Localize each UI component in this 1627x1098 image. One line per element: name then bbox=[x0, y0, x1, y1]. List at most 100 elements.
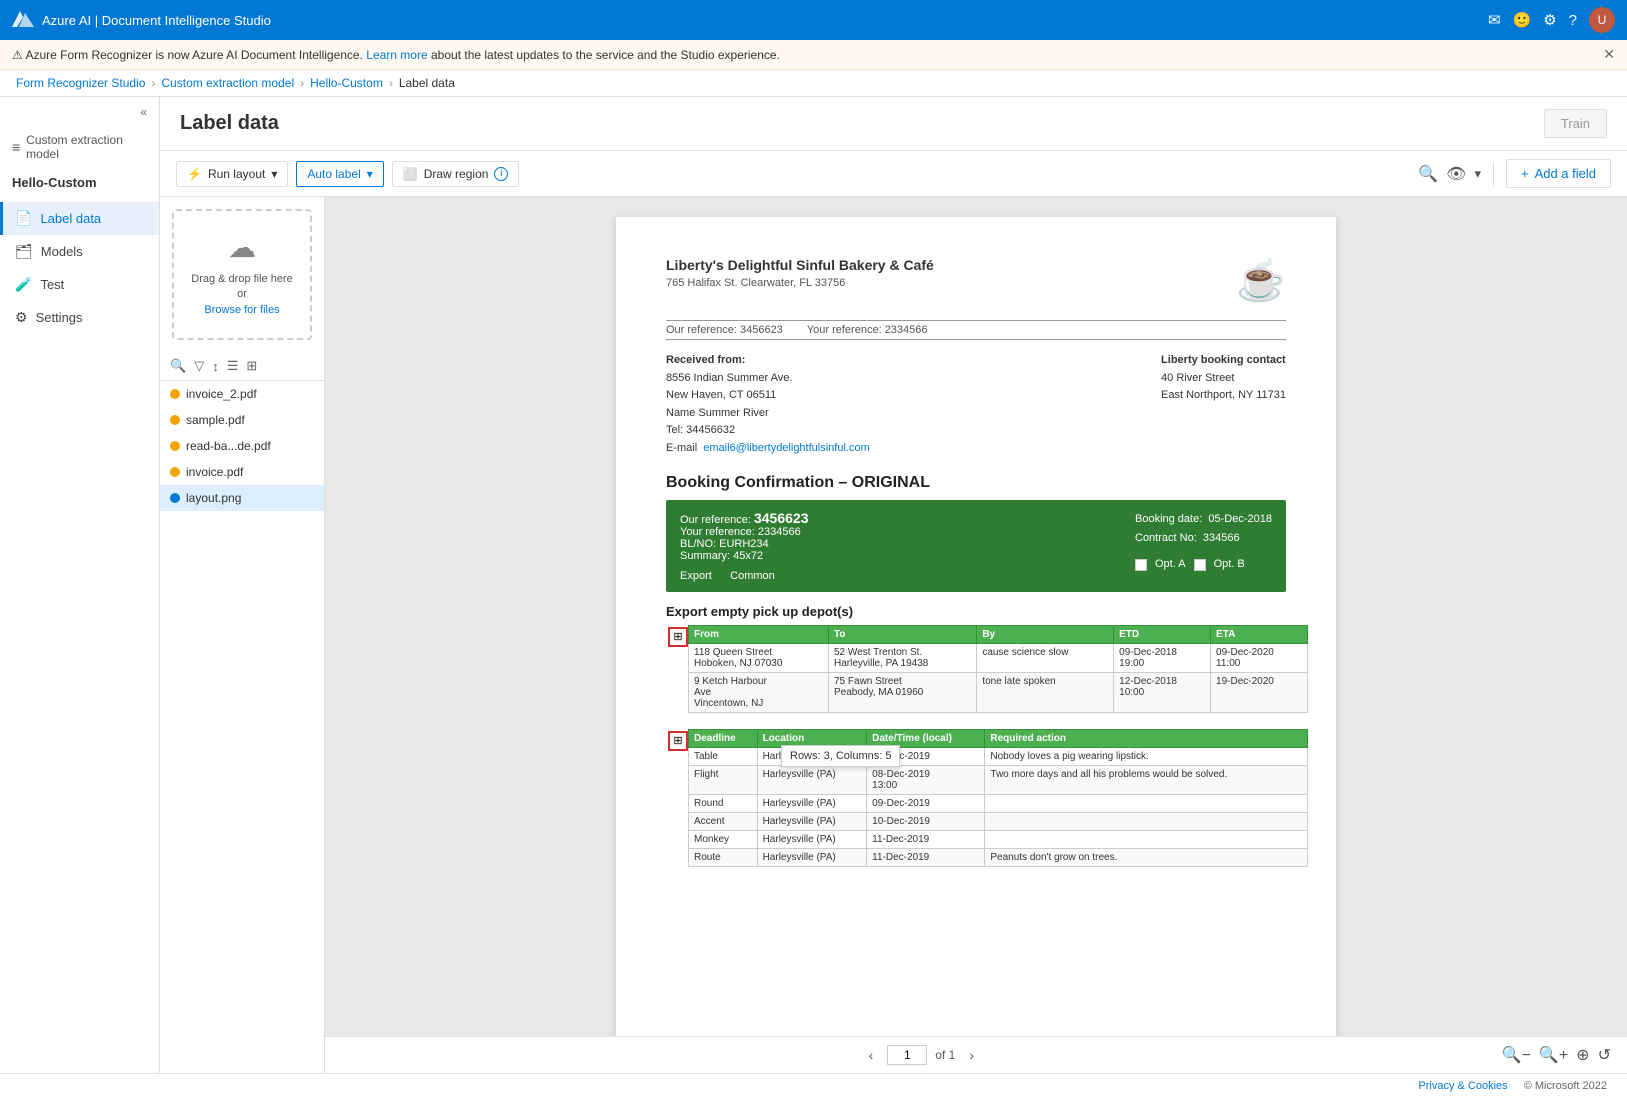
page-total-text: of 1 bbox=[935, 1048, 955, 1062]
privacy-link[interactable]: Privacy & Cookies bbox=[1418, 1080, 1507, 1092]
file-sort-icon[interactable]: ↕ bbox=[210, 357, 221, 376]
search-icon[interactable]: 🔍 bbox=[1418, 164, 1438, 184]
auto-label-label: Auto label bbox=[307, 167, 360, 181]
table1-cell: 52 West Trenton St.Harleyville, PA 19438 bbox=[829, 643, 977, 672]
document-scroll[interactable]: Liberty's Delightful Sinful Bakery & Caf… bbox=[325, 197, 1627, 1036]
sidebar: « ≡ Custom extraction model Hello-Custom… bbox=[0, 97, 160, 1073]
opt-a-label: Opt. A bbox=[1155, 555, 1186, 575]
list-item[interactable]: sample.pdf bbox=[160, 407, 324, 433]
list-item[interactable]: layout.png bbox=[160, 485, 324, 511]
green-box-left: Our reference: 3456623 Your reference: 2… bbox=[680, 510, 809, 582]
page-header: Label data Train bbox=[160, 97, 1627, 151]
eye-icon[interactable]: 👁 bbox=[1446, 164, 1466, 184]
collapse-sidebar-button[interactable]: « bbox=[0, 97, 159, 127]
total-pages: 1 bbox=[949, 1048, 956, 1062]
sidebar-item-label-data[interactable]: 📄 Label data bbox=[0, 202, 159, 235]
contact-email-link[interactable]: email6@libertydelightfulsinful.com bbox=[703, 442, 869, 454]
file-search-icon[interactable]: 🔍 bbox=[168, 356, 188, 376]
table1-header-0: From bbox=[689, 625, 829, 643]
emoji-icon[interactable]: 🙂 bbox=[1513, 11, 1532, 29]
opt-a-checkbox[interactable] bbox=[1135, 559, 1147, 571]
table2-cell bbox=[985, 794, 1308, 812]
table1-cell: cause science slow bbox=[977, 643, 1114, 672]
green-summary-label: Summary: bbox=[680, 550, 730, 562]
sidebar-item-test[interactable]: 🧪 Test bbox=[0, 268, 159, 301]
table2-wrapper: ⊞ Deadline Location Date/Time (local) Re… bbox=[666, 729, 1286, 867]
table1-cell: tone late spoken bbox=[977, 672, 1114, 712]
green-bl: BL/NO: EURH234 bbox=[680, 538, 809, 550]
zoom-out-button[interactable]: 🔍− bbox=[1502, 1045, 1531, 1065]
user-avatar[interactable]: U bbox=[1589, 7, 1615, 33]
coffee-icon: ☕ bbox=[1236, 257, 1286, 304]
prev-page-button[interactable]: ‹ bbox=[863, 1045, 880, 1065]
eye-chevron-icon[interactable]: ▾ bbox=[1474, 166, 1481, 182]
breadcrumb-item-hello-custom[interactable]: Hello-Custom bbox=[310, 76, 383, 90]
file-filter-icon[interactable]: ▽ bbox=[192, 356, 206, 376]
add-field-button[interactable]: + Add a field bbox=[1506, 159, 1611, 188]
table1: From To By ETD ETA 118 Queen bbox=[688, 625, 1308, 713]
sidebar-models-text: Models bbox=[41, 244, 83, 259]
table1-cell: 75 Fawn StreetPeabody, MA 01960 bbox=[829, 672, 977, 712]
run-layout-chevron-icon: ▾ bbox=[271, 167, 277, 181]
table2-cell: Monkey bbox=[689, 830, 758, 848]
table-row: Monkey Harleysville (PA) 11-Dec-2019 bbox=[689, 830, 1308, 848]
company-address: 765 Halifax St. Clearwater, FL 33756 bbox=[666, 275, 934, 292]
breadcrumb-item-form-recognizer[interactable]: Form Recognizer Studio bbox=[16, 76, 145, 90]
booking-date-label: Booking date: bbox=[1135, 513, 1202, 525]
next-page-button[interactable]: › bbox=[963, 1045, 980, 1065]
your-ref: Your reference: 2334566 bbox=[807, 324, 928, 336]
app-sidebar-icon: ≡ bbox=[12, 139, 20, 155]
page-number-input[interactable]: 1 bbox=[887, 1045, 927, 1065]
notif-rest: about the latest updates to the service … bbox=[431, 48, 780, 62]
table-row: Route Harleysville (PA) 11-Dec-2019 Pean… bbox=[689, 848, 1308, 866]
help-icon[interactable]: ? bbox=[1569, 12, 1577, 29]
file-list: invoice_2.pdf sample.pdf read-ba...de.pd… bbox=[160, 381, 324, 1073]
zoom-in-button[interactable]: 🔍+ bbox=[1539, 1045, 1568, 1065]
draw-region-button[interactable]: ⬜ Draw region i bbox=[392, 161, 520, 187]
table2-header-0: Deadline bbox=[689, 729, 758, 747]
file-list-icon[interactable]: ☰ bbox=[225, 356, 241, 376]
file-grid-icon[interactable]: ⊞ bbox=[244, 356, 259, 376]
run-layout-button[interactable]: ⚡ Run layout ▾ bbox=[176, 161, 288, 187]
azure-logo-icon bbox=[12, 9, 34, 31]
list-item[interactable]: invoice_2.pdf bbox=[160, 381, 324, 407]
browse-files-link[interactable]: Browse for files bbox=[204, 304, 279, 316]
booking-title: Booking Confirmation – ORIGINAL bbox=[666, 474, 1286, 492]
green-export-label: Export bbox=[680, 570, 712, 582]
table-grid-icon: ⊞ bbox=[673, 630, 682, 643]
train-button[interactable]: Train bbox=[1544, 109, 1607, 138]
zoom-reset-button[interactable]: ↺ bbox=[1598, 1045, 1611, 1065]
upload-area[interactable]: ☁ Drag & drop file here or Browse for fi… bbox=[172, 209, 312, 340]
contact-name: Name Summer River bbox=[666, 405, 870, 423]
breadcrumb: Form Recognizer Studio › Custom extracti… bbox=[0, 70, 1627, 97]
zoom-controls: 🔍− 🔍+ ⊕ ↺ bbox=[1502, 1045, 1611, 1065]
zoom-fit-button[interactable]: ⊕ bbox=[1576, 1045, 1589, 1065]
list-item[interactable]: read-ba...de.pdf bbox=[160, 433, 324, 459]
table1-select-icon[interactable]: ⊞ bbox=[668, 627, 688, 647]
settings-icon[interactable]: ⚙ bbox=[1543, 11, 1556, 29]
sidebar-item-settings[interactable]: ⚙ Settings bbox=[0, 301, 159, 334]
notif-link[interactable]: Learn more bbox=[366, 48, 427, 62]
green-your-ref: Your reference: 2334566 bbox=[680, 526, 809, 538]
sidebar-app-title: ≡ Custom extraction model bbox=[0, 127, 159, 171]
options-row: Opt. A Opt. B bbox=[1135, 555, 1272, 575]
table2-select-icon[interactable]: ⊞ bbox=[668, 731, 688, 751]
breadcrumb-item-custom-extraction[interactable]: Custom extraction model bbox=[161, 76, 294, 90]
close-notification-icon[interactable]: ✕ bbox=[1603, 46, 1615, 63]
opt-b-checkbox[interactable] bbox=[1194, 559, 1206, 571]
file-status-dot bbox=[170, 467, 180, 477]
green-export-value: Common bbox=[730, 570, 775, 582]
nav-center: ‹ 1 of 1 › bbox=[863, 1045, 980, 1065]
sidebar-item-models[interactable]: 🗂 Models bbox=[0, 235, 159, 268]
list-item[interactable]: invoice.pdf bbox=[160, 459, 324, 485]
table-row: Round Harleysville (PA) 09-Dec-2019 bbox=[689, 794, 1308, 812]
auto-label-button[interactable]: Auto label ▾ bbox=[296, 161, 383, 187]
file-name: invoice.pdf bbox=[186, 465, 243, 479]
table1-cell: 9 Ketch HarbourAveVincentown, NJ bbox=[689, 672, 829, 712]
green-our-ref: Our reference: 3456623 bbox=[680, 510, 809, 526]
table-tooltip: Rows: 3, Columns: 5 bbox=[781, 745, 900, 767]
file-name: read-ba...de.pdf bbox=[186, 439, 271, 453]
file-status-dot bbox=[170, 441, 180, 451]
email-icon[interactable]: ✉ bbox=[1488, 11, 1501, 29]
of-label: of bbox=[935, 1048, 945, 1062]
